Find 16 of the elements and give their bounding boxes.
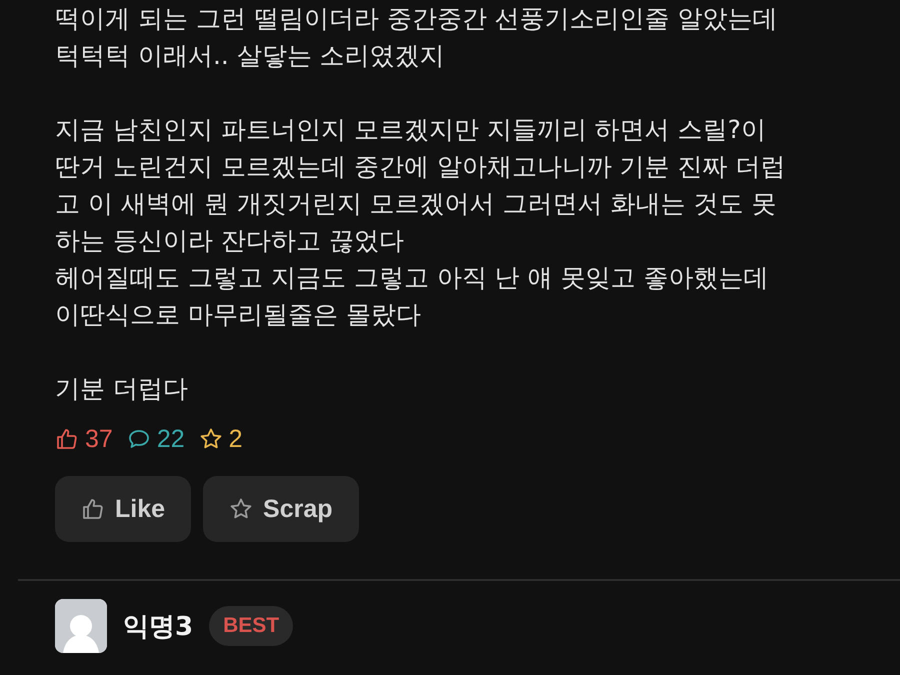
post-paragraph: 지금 남친인지 파트너인지 모르겠지만 지들끼리 하면서 스릴?이 딴거 노린건지 모르겠는데 중간에 알아채고나니까 기분 진짜 더럽 고 이 새벽에 뭔 개짓거린지 모르겠어서 그러면서 화내는 것도 못 하는 등신이라 잔다하고 끊었다 헤어질때도 그렇고 지금도 그렇고 아직 난 얘 못잊고 좋아했는데 이딴식으로 마무리될줄은 몰랐다 — [55, 114, 787, 331]
likes-count: 37 — [85, 424, 113, 454]
scrap-button[interactable]: Scrap — [203, 476, 359, 542]
post-paragraph: 기분 더럽다 — [55, 373, 189, 405]
star-icon — [198, 427, 223, 451]
post-paragraph: 떡이게 되는 그런 떨림이더라 중간중간 선풍기소리인줄 알았는데 턱턱턱 이래서.. 살닿는 소리였겠지 — [55, 3, 779, 72]
author-name: 익명3 — [123, 610, 194, 644]
like-button[interactable]: Like — [55, 476, 192, 542]
avatar-icon — [55, 599, 107, 653]
speech-bubble-icon — [126, 427, 151, 451]
thumbs-up-icon — [55, 427, 79, 451]
comments-count: 22 — [156, 424, 185, 454]
thumbs-up-icon — [81, 497, 105, 521]
scraps-count: 2 — [228, 424, 243, 454]
star-icon — [229, 497, 254, 521]
best-badge: BEST — [209, 606, 294, 646]
